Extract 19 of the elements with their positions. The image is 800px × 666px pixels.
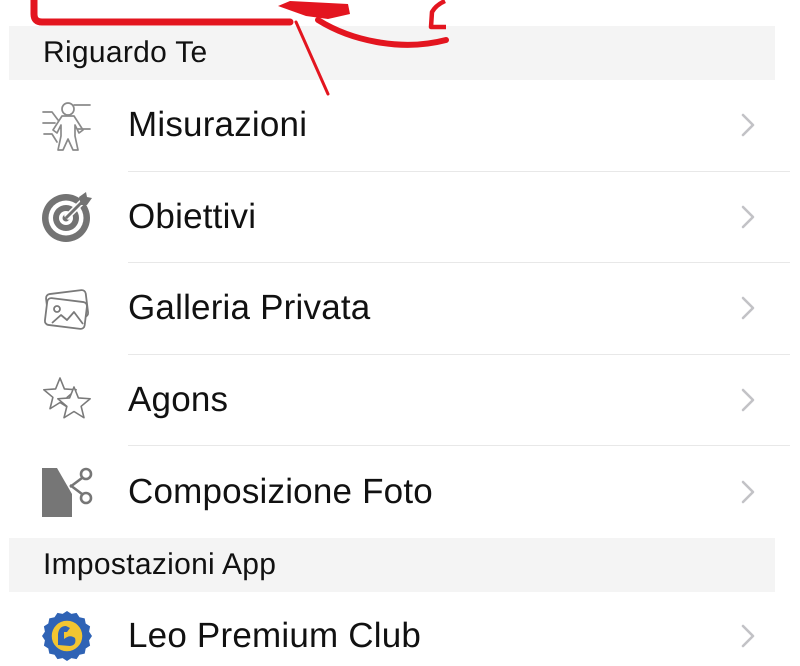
target-icon: [41, 191, 93, 244]
menu-item[interactable]: Misurazioni: [0, 80, 800, 172]
chevron-icon: [741, 296, 755, 320]
menu-item[interactable]: Composizione Foto: [0, 446, 800, 538]
body-measure-icon: [41, 100, 93, 152]
annotation-stroke: [428, 0, 446, 30]
cut-document-icon: [41, 466, 93, 518]
menu-item[interactable]: Obiettivi: [0, 172, 800, 263]
section-header: Riguardo Te: [9, 26, 775, 80]
menu-item[interactable]: Galleria Privata: [0, 263, 800, 354]
menu-item[interactable]: Agons: [0, 354, 800, 446]
chevron-icon: [741, 480, 755, 504]
section-header: Impostazioni App: [9, 538, 775, 592]
chevron-icon: [741, 624, 755, 648]
chevron-icon: [741, 204, 755, 229]
chevron-icon: [741, 388, 755, 412]
arm-badge-icon: [41, 610, 93, 662]
chevron-icon: [741, 113, 755, 138]
menu-item[interactable]: Leo Premium Club: [0, 592, 800, 666]
